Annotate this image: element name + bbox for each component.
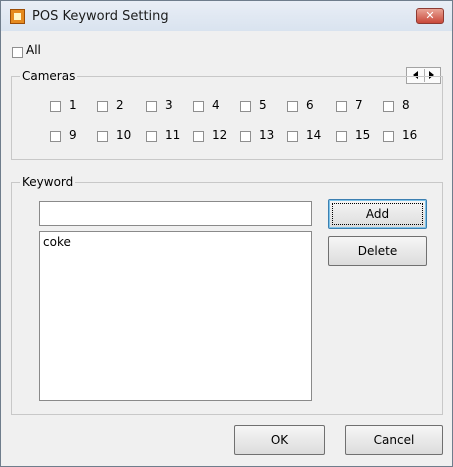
camera-15-label: 15: [355, 128, 371, 142]
camera-3-label: 3: [165, 98, 173, 112]
pos-keyword-setting-dialog: POS Keyword Setting ✕ All Cameras Keywor…: [0, 0, 453, 467]
app-icon: [10, 9, 25, 24]
ok-button-label: OK: [270, 433, 289, 447]
camera-3-checkbox[interactable]: [146, 101, 157, 112]
camera-16-checkbox[interactable]: [383, 131, 394, 142]
camera-16-label: 16: [402, 128, 418, 142]
cancel-button[interactable]: Cancel: [345, 425, 443, 455]
camera-4-checkbox[interactable]: [193, 101, 204, 112]
camera-13-checkbox[interactable]: [240, 131, 251, 142]
camera-9-checkbox[interactable]: [50, 131, 61, 142]
camera-13-label: 13: [259, 128, 275, 142]
camera-9-label: 9: [69, 128, 77, 142]
camera-5-checkbox[interactable]: [240, 101, 251, 112]
cancel-button-label: Cancel: [373, 433, 415, 447]
camera-1-label: 1: [69, 98, 77, 112]
camera-1-checkbox[interactable]: [50, 101, 61, 112]
camera-6-checkbox[interactable]: [287, 101, 298, 112]
camera-7-label: 7: [355, 98, 363, 112]
camera-10-label: 10: [116, 128, 132, 142]
camera-11-label: 11: [165, 128, 181, 142]
delete-button-label: Delete: [357, 244, 398, 258]
ok-button[interactable]: OK: [234, 425, 325, 455]
cameras-group-title: Cameras: [20, 69, 78, 83]
list-item[interactable]: coke: [43, 235, 71, 249]
keyword-input[interactable]: [39, 201, 312, 226]
all-checkbox-label: All: [26, 43, 41, 57]
camera-8-label: 8: [402, 98, 410, 112]
camera-15-checkbox[interactable]: [336, 131, 347, 142]
title-bar: POS Keyword Setting ✕: [1, 1, 452, 31]
camera-2-label: 2: [116, 98, 124, 112]
close-icon: ✕: [425, 9, 435, 22]
all-checkbox[interactable]: [12, 47, 23, 58]
camera-14-checkbox[interactable]: [287, 131, 298, 142]
camera-14-label: 14: [306, 128, 322, 142]
camera-7-checkbox[interactable]: [336, 101, 347, 112]
camera-12-label: 12: [212, 128, 228, 142]
camera-5-label: 5: [259, 98, 267, 112]
keyword-listbox[interactable]: coke: [39, 231, 312, 401]
focus-indicator: [332, 203, 423, 225]
keyword-group-title: Keyword: [20, 175, 76, 189]
camera-8-checkbox[interactable]: [383, 101, 394, 112]
camera-12-checkbox[interactable]: [193, 131, 204, 142]
camera-11-checkbox[interactable]: [146, 131, 157, 142]
camera-2-checkbox[interactable]: [97, 101, 108, 112]
delete-button[interactable]: Delete: [328, 236, 427, 266]
camera-4-label: 4: [212, 98, 220, 112]
cameras-group: Cameras: [11, 69, 443, 160]
close-button[interactable]: ✕: [416, 8, 444, 24]
camera-6-label: 6: [306, 98, 314, 112]
add-button[interactable]: Add: [328, 199, 427, 229]
camera-10-checkbox[interactable]: [97, 131, 108, 142]
window-title: POS Keyword Setting: [32, 9, 169, 24]
